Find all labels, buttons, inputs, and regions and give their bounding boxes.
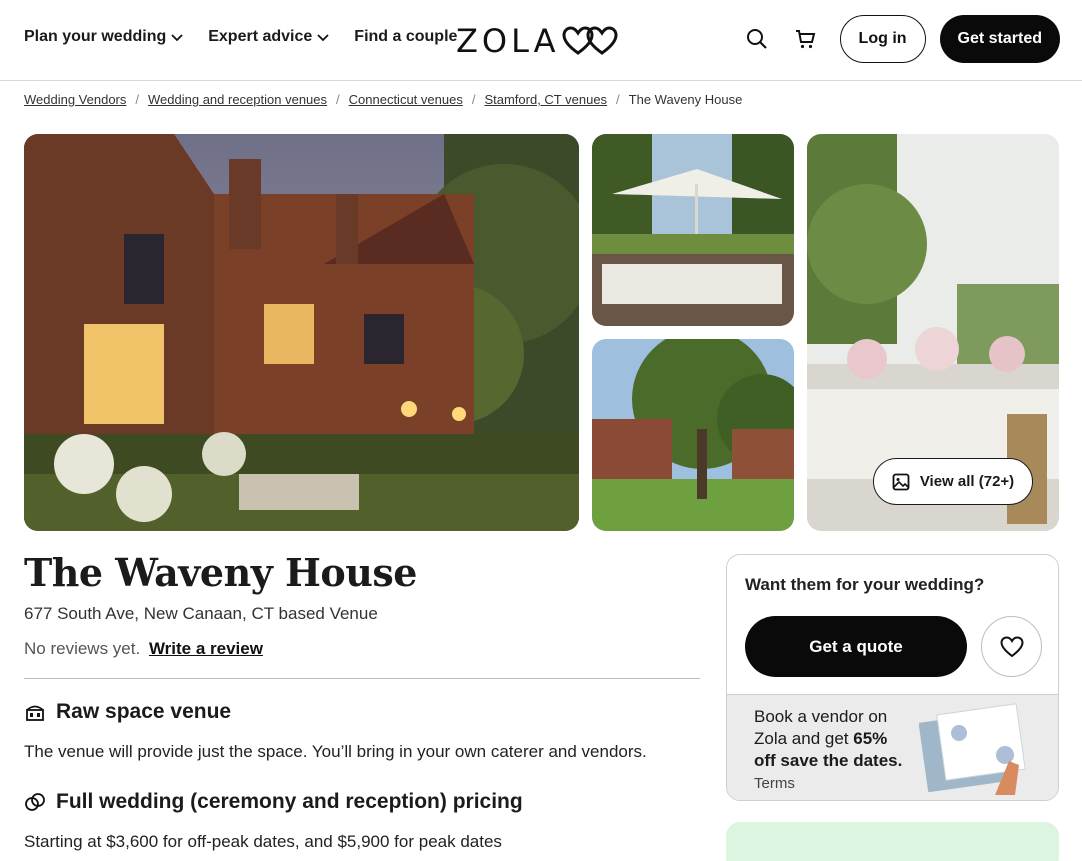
nav-expert-advice[interactable]: Expert advice [208, 28, 330, 46]
header-actions: Log in Get started [740, 15, 1060, 63]
login-button[interactable]: Log in [839, 15, 926, 63]
feature-description: Starting at $3,600 for off-peak dates, a… [24, 832, 502, 851]
feature-title-text: Full wedding (ceremony and reception) pr… [56, 790, 523, 813]
quote-card: Want them for your wedding? Get a quote … [726, 554, 1059, 801]
view-all-label: View all (72+) [919, 473, 1015, 490]
cart-icon [795, 30, 815, 49]
gallery-icon [892, 473, 910, 490]
breadcrumb-link[interactable]: Stamford, CT venues [484, 92, 607, 107]
breadcrumb-link[interactable]: Wedding and reception venues [148, 92, 327, 107]
tent-dining-photo[interactable] [592, 134, 794, 326]
promo-terms-link[interactable]: Terms [754, 775, 795, 792]
nav-label: Expert advice [208, 28, 313, 45]
get-started-button[interactable]: Get started [939, 15, 1060, 63]
feature-title: Raw space venue [24, 700, 231, 724]
reviews-line: No reviews yet. Write a review [24, 639, 263, 659]
feature-title: Full wedding (ceremony and reception) pr… [24, 790, 523, 814]
breadcrumb-link[interactable]: Connecticut venues [349, 92, 463, 107]
venue-icon [26, 705, 44, 721]
promo-text: Book a vendor on Zola and get 65% off sa… [754, 706, 904, 795]
venue-title: The Waveny House [24, 550, 417, 595]
nav-find-a-couple[interactable]: Find a couple [354, 28, 457, 46]
zola-logo[interactable]: ZOLA [456, 22, 620, 60]
site-header: Plan your wedding Expert advice Find a c… [0, 0, 1082, 81]
house-lawn-photo[interactable] [592, 339, 794, 531]
main-venue-photo[interactable] [24, 134, 579, 531]
feature-title-text: Raw space venue [56, 700, 232, 723]
heart-icon [999, 635, 1024, 657]
breadcrumb-separator: / [336, 92, 340, 107]
nav-plan-your-wedding[interactable]: Plan your wedding [24, 28, 184, 46]
breadcrumb-separator: / [135, 92, 140, 107]
breadcrumb: Wedding Vendors / Wedding and reception … [24, 92, 742, 107]
view-all-photos-button[interactable]: View all (72+) [873, 458, 1033, 505]
cart-button[interactable] [788, 22, 822, 56]
quote-question: Want them for your wedding? [745, 575, 985, 594]
feature-description: The venue will provide just the space. Y… [24, 742, 647, 761]
search-icon [746, 29, 767, 49]
reviews-status: No reviews yet. [24, 639, 141, 658]
double-heart-icon [562, 26, 618, 55]
promo-green-card [726, 822, 1059, 861]
main-nav: Plan your wedding Expert advice Find a c… [24, 28, 457, 46]
nav-label: Plan your wedding [24, 28, 167, 45]
breadcrumb-separator: / [471, 92, 476, 107]
breadcrumb-link[interactable]: Wedding Vendors [24, 92, 126, 107]
favorite-button[interactable] [981, 616, 1042, 677]
save-the-date-card-illustration [919, 703, 1026, 795]
promo-banner[interactable]: Book a vendor on Zola and get 65% off sa… [727, 694, 1058, 800]
chevron-down-icon [317, 34, 329, 42]
breadcrumb-current: The Waveny House [628, 92, 743, 107]
rings-icon [25, 793, 45, 811]
chevron-down-icon [171, 34, 183, 42]
venue-address: 677 South Ave, New Canaan, CT based Venu… [24, 604, 378, 623]
nav-label: Find a couple [354, 28, 458, 45]
write-review-link[interactable]: Write a review [149, 639, 263, 658]
divider [24, 678, 700, 679]
logo-text: ZOLA [456, 22, 560, 60]
search-button[interactable] [740, 22, 774, 56]
get-quote-button[interactable]: Get a quote [745, 616, 967, 677]
breadcrumb-separator: / [616, 92, 620, 107]
